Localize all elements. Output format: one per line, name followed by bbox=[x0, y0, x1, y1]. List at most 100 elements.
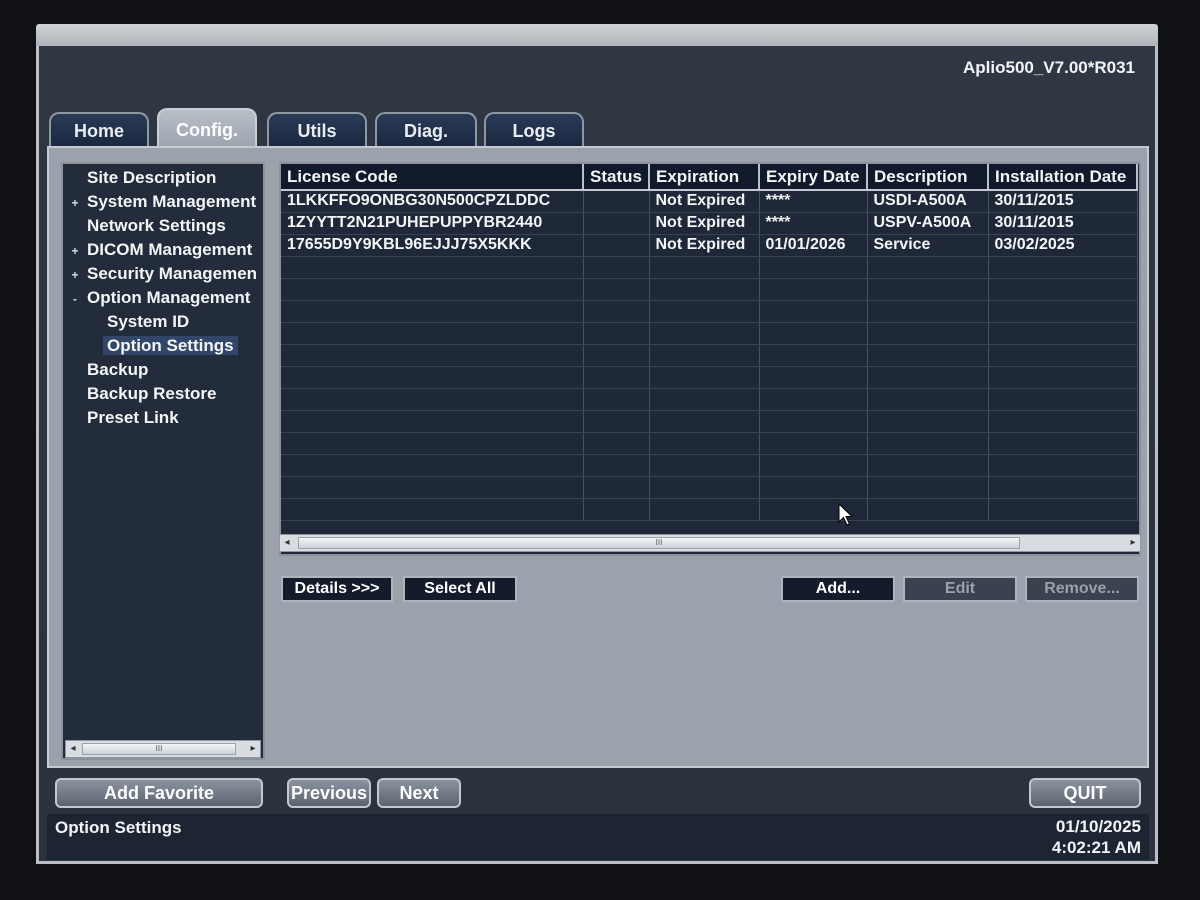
tab-home[interactable]: Home bbox=[49, 112, 149, 148]
tab-utils[interactable]: Utils bbox=[267, 112, 367, 148]
scroll-thumb[interactable]: III bbox=[82, 743, 236, 755]
tree-item-label: Backup Restore bbox=[87, 384, 217, 403]
column-header-expiry-date[interactable]: Expiry Date bbox=[759, 164, 868, 191]
tree-item-label: Backup bbox=[87, 360, 149, 379]
tree-item-label: Preset Link bbox=[87, 408, 179, 427]
version-label: Aplio500_V7.00*R031 bbox=[963, 58, 1135, 77]
tab-diag[interactable]: Diag. bbox=[375, 112, 477, 148]
cell-license-code: 1ZYYTT2N21PUHEPUPPYBR2440 bbox=[281, 212, 584, 235]
edit-button[interactable]: Edit bbox=[903, 576, 1017, 602]
expand-plus-icon[interactable]: + bbox=[63, 239, 87, 263]
table-row bbox=[281, 388, 1138, 411]
cell-expiry-date: 01/01/2026 bbox=[759, 234, 868, 257]
next-button[interactable]: Next bbox=[377, 778, 461, 808]
cell-installation-date: 30/11/2015 bbox=[988, 190, 1138, 213]
scroll-right-arrow-icon[interactable]: ▸ bbox=[1126, 535, 1140, 551]
mouse-pointer-icon bbox=[838, 503, 854, 526]
column-header-license-code[interactable]: License Code bbox=[281, 164, 584, 191]
table-row bbox=[281, 432, 1138, 455]
status-bar: Option Settings 01/10/2025 4:02:21 AM bbox=[47, 814, 1149, 860]
app-screen: Aplio500_V7.00*R031 Home Config. Utils D… bbox=[36, 46, 1158, 864]
table-row bbox=[281, 300, 1138, 323]
cell-license-code: 17655D9Y9KBL96EJJJ75X5KKK bbox=[281, 234, 584, 257]
table-row[interactable]: 1LKKFFO9ONBG30N500CPZLDDC Not Expired **… bbox=[281, 190, 1138, 213]
table-row bbox=[281, 366, 1138, 389]
column-header-description[interactable]: Description bbox=[867, 164, 989, 191]
tree-item-system-management[interactable]: + System Management bbox=[63, 190, 256, 214]
tree-item-system-id[interactable]: System ID bbox=[107, 310, 189, 334]
tab-logs[interactable]: Logs bbox=[484, 112, 584, 148]
cell-license-code: 1LKKFFO9ONBG30N500CPZLDDC bbox=[281, 190, 584, 213]
table-row bbox=[281, 278, 1138, 301]
scroll-right-arrow-icon[interactable]: ▸ bbox=[246, 741, 260, 757]
table-row bbox=[281, 498, 1138, 521]
tree-item-backup[interactable]: Backup bbox=[63, 358, 148, 382]
previous-button[interactable]: Previous bbox=[287, 778, 371, 808]
tree-item-backup-restore[interactable]: Backup Restore bbox=[63, 382, 216, 406]
tree-item-label: DICOM Management bbox=[87, 240, 253, 259]
table-row[interactable]: 17655D9Y9KBL96EJJJ75X5KKK Not Expired 01… bbox=[281, 234, 1138, 257]
cell-description: Service bbox=[867, 234, 989, 257]
scroll-left-arrow-icon[interactable]: ◂ bbox=[66, 741, 80, 757]
remove-button[interactable]: Remove... bbox=[1025, 576, 1139, 602]
license-table: License Code Status Expiration Expiry Da… bbox=[281, 164, 1138, 521]
tree-item-preset-link[interactable]: Preset Link bbox=[63, 406, 179, 430]
license-table-panel: License Code Status Expiration Expiry Da… bbox=[279, 162, 1141, 556]
tree-item-label: System Management bbox=[87, 192, 257, 211]
expand-plus-icon[interactable]: + bbox=[63, 191, 87, 215]
monitor-bezel bbox=[36, 24, 1158, 48]
tree-item-network-settings[interactable]: Network Settings bbox=[63, 214, 226, 238]
cell-expiration: Not Expired bbox=[649, 234, 760, 257]
tab-config[interactable]: Config. bbox=[157, 108, 257, 150]
collapse-minus-icon[interactable]: - bbox=[63, 287, 87, 311]
table-row bbox=[281, 476, 1138, 499]
details-button[interactable]: Details >>> bbox=[281, 576, 393, 602]
expand-plus-icon[interactable]: + bbox=[63, 263, 87, 287]
table-row bbox=[281, 256, 1138, 279]
tree-item-security-management[interactable]: + Security Managemen bbox=[63, 262, 257, 286]
tree-item-label: System ID bbox=[107, 312, 190, 331]
cell-status bbox=[583, 234, 650, 257]
select-all-button[interactable]: Select All bbox=[403, 576, 517, 602]
table-horizontal-scrollbar[interactable]: ◂ III ▸ bbox=[279, 534, 1141, 552]
cell-expiration: Not Expired bbox=[649, 190, 760, 213]
table-row[interactable]: 1ZYYTT2N21PUHEPUPPYBR2440 Not Expired **… bbox=[281, 212, 1138, 235]
navigation-tree: Site Description + System Management Netw… bbox=[61, 162, 265, 760]
tree-item-option-management[interactable]: - Option Management bbox=[63, 286, 250, 310]
cell-installation-date: 30/11/2015 bbox=[988, 212, 1138, 235]
datetime-display: 01/10/2025 4:02:21 AM bbox=[1052, 816, 1141, 858]
status-date: 01/10/2025 bbox=[1055, 817, 1141, 836]
table-body: 1LKKFFO9ONBG30N500CPZLDDC Not Expired **… bbox=[281, 190, 1138, 521]
column-header-status[interactable]: Status bbox=[583, 164, 650, 191]
tab-bar: Home Config. Utils Diag. Logs bbox=[47, 108, 1147, 150]
cell-expiry-date: **** bbox=[759, 190, 868, 213]
table-row bbox=[281, 344, 1138, 367]
table-row bbox=[281, 322, 1138, 345]
tree-item-label: Network Settings bbox=[87, 216, 226, 235]
column-header-installation-date[interactable]: Installation Date bbox=[988, 164, 1138, 191]
current-page-label: Option Settings bbox=[55, 818, 182, 837]
tree-item-dicom-management[interactable]: + DICOM Management bbox=[63, 238, 252, 262]
scroll-thumb[interactable]: III bbox=[298, 537, 1020, 549]
tree-item-label: Site Description bbox=[87, 168, 217, 187]
add-button[interactable]: Add... bbox=[781, 576, 895, 602]
cell-installation-date: 03/02/2025 bbox=[988, 234, 1138, 257]
cell-description: USDI-A500A bbox=[867, 190, 989, 213]
tree-item-label: Option Management bbox=[87, 288, 251, 307]
scroll-left-arrow-icon[interactable]: ◂ bbox=[280, 535, 294, 551]
tree-item-site-description[interactable]: Site Description bbox=[63, 166, 216, 190]
tree-horizontal-scrollbar[interactable]: ◂ III ▸ bbox=[65, 740, 261, 758]
add-favorite-button[interactable]: Add Favorite bbox=[55, 778, 263, 808]
status-time: 4:02:21 AM bbox=[1051, 838, 1141, 857]
cell-status bbox=[583, 212, 650, 235]
quit-button[interactable]: QUIT bbox=[1029, 778, 1141, 808]
table-row bbox=[281, 410, 1138, 433]
cell-expiration: Not Expired bbox=[649, 212, 760, 235]
cell-description: USPV-A500A bbox=[867, 212, 989, 235]
cell-status bbox=[583, 190, 650, 213]
column-header-expiration[interactable]: Expiration bbox=[649, 164, 760, 191]
tree-item-label: Security Managemen bbox=[87, 264, 258, 283]
table-row bbox=[281, 454, 1138, 477]
cell-expiry-date: **** bbox=[759, 212, 868, 235]
tree-item-option-settings[interactable]: Option Settings bbox=[103, 334, 238, 358]
